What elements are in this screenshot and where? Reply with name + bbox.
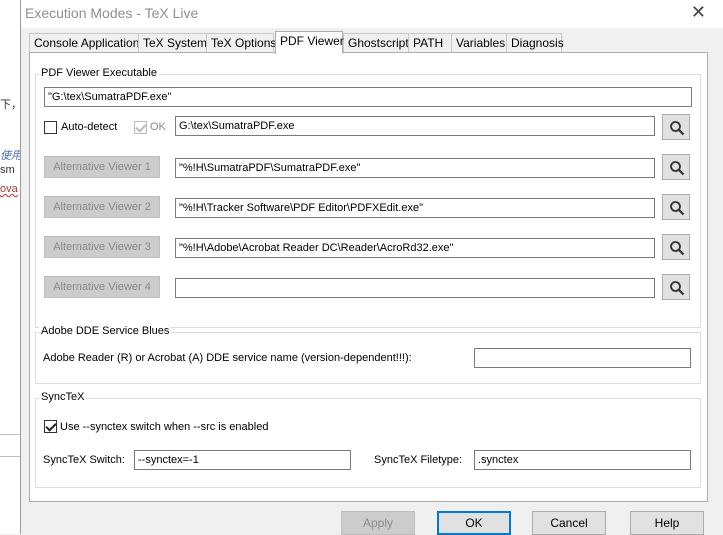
help-button[interactable]: Help bbox=[630, 511, 704, 535]
ok-button[interactable]: OK bbox=[437, 511, 511, 535]
pdf-viewer-group-title: PDF Viewer Executable bbox=[39, 67, 159, 79]
tab-panel-pdf-viewer: PDF Viewer Executable "G:\tex\SumatraPDF… bbox=[29, 52, 708, 502]
synctex-switch-label: SyncTeX Switch: bbox=[43, 454, 125, 466]
magnifier-icon bbox=[670, 121, 685, 136]
cancel-button[interactable]: Cancel bbox=[532, 511, 606, 535]
alternative-viewer-2-input[interactable]: "%!H\Tracker Software\PDF Editor\PDFXEdi… bbox=[175, 198, 655, 218]
tab-tex-options[interactable]: TeX Options bbox=[206, 33, 276, 52]
alternative-viewer-4-input[interactable] bbox=[175, 278, 655, 298]
background-text: ova bbox=[0, 183, 18, 195]
browse-button[interactable] bbox=[662, 234, 690, 260]
ok-label: OK bbox=[150, 121, 166, 133]
background-divider bbox=[0, 434, 22, 435]
browse-button[interactable] bbox=[662, 274, 690, 300]
tab-tex-system[interactable]: TeX System bbox=[138, 33, 207, 52]
browse-button[interactable] bbox=[662, 194, 690, 220]
alternative-viewer-3-button[interactable]: Alternative Viewer 3 bbox=[44, 236, 160, 258]
pdf-viewer-executable-input[interactable]: "G:\tex\SumatraPDF.exe" bbox=[44, 87, 692, 107]
synctex-filetype-label: SyncTeX Filetype: bbox=[374, 454, 463, 466]
background-text: 下， bbox=[0, 99, 22, 111]
alternative-viewer-4-button[interactable]: Alternative Viewer 4 bbox=[44, 276, 160, 298]
auto-detect-label: Auto-detect bbox=[61, 121, 118, 133]
synctex-filetype-input[interactable]: .synctex bbox=[474, 450, 691, 470]
magnifier-icon bbox=[670, 161, 685, 176]
synctex-group bbox=[35, 398, 701, 488]
magnifier-icon bbox=[670, 201, 685, 216]
synctex-group-title: SyncTeX bbox=[39, 391, 87, 403]
tab-path[interactable]: PATH bbox=[408, 33, 452, 52]
tab-diagnosis[interactable]: Diagnosis bbox=[506, 33, 564, 52]
tab-console-applications[interactable]: Console Applications bbox=[29, 33, 145, 52]
close-icon[interactable]: ✕ bbox=[691, 2, 706, 23]
alternative-viewer-2-button[interactable]: Alternative Viewer 2 bbox=[44, 196, 160, 218]
background-text: 使用 bbox=[0, 150, 22, 162]
auto-detect-checkbox[interactable] bbox=[44, 121, 57, 134]
adobe-dde-service-input[interactable] bbox=[474, 348, 691, 368]
adobe-dde-label: Adobe Reader (R) or Acrobat (A) DDE serv… bbox=[43, 352, 412, 364]
use-synctex-label: Use --synctex switch when --src is enabl… bbox=[60, 421, 269, 433]
magnifier-icon bbox=[670, 281, 685, 296]
detected-viewer-path-input[interactable]: G:\tex\SumatraPDF.exe bbox=[175, 116, 655, 136]
background-text: sm bbox=[0, 164, 15, 176]
alternative-viewer-1-input[interactable]: "%!H\SumatraPDF\SumatraPDF.exe" bbox=[175, 158, 655, 178]
browse-button[interactable] bbox=[662, 154, 690, 180]
title-bar: Execution Modes - TeX Live ✕ bbox=[21, 0, 723, 28]
adobe-dde-group-title: Adobe DDE Service Blues bbox=[39, 325, 172, 337]
tab-variables[interactable]: Variables bbox=[451, 33, 507, 52]
execution-modes-dialog: Execution Modes - TeX Live ✕ Console App… bbox=[20, 0, 723, 535]
tab-pdf-viewer[interactable]: PDF Viewer bbox=[275, 31, 344, 54]
use-synctex-checkbox[interactable] bbox=[44, 420, 57, 433]
alternative-viewer-3-input[interactable]: "%!H\Adobe\Acrobat Reader DC\Reader\Acro… bbox=[175, 238, 655, 258]
browse-button[interactable] bbox=[662, 114, 690, 140]
apply-button[interactable]: Apply bbox=[341, 511, 415, 535]
synctex-switch-input[interactable]: --synctex=-1 bbox=[134, 450, 351, 470]
ok-checkbox bbox=[134, 121, 147, 134]
background-app: 下， 使用 sm ova bbox=[0, 0, 22, 534]
tab-ghostscript[interactable]: Ghostscript bbox=[343, 33, 409, 52]
magnifier-icon bbox=[670, 241, 685, 256]
background-divider bbox=[0, 456, 22, 457]
alternative-viewer-1-button[interactable]: Alternative Viewer 1 bbox=[44, 156, 160, 178]
window-title: Execution Modes - TeX Live bbox=[25, 5, 199, 21]
